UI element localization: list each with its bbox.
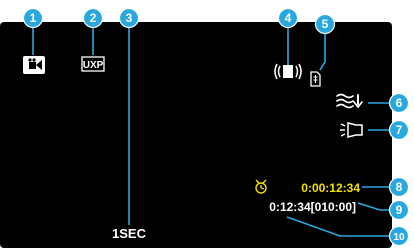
uxp-quality-badge: UXP — [81, 56, 105, 72]
callout-number: 9 — [396, 203, 403, 217]
callout-badge-3: 3 — [118, 7, 140, 29]
remaining-time: 0:12:34[010:00] — [269, 200, 356, 214]
callout-number: 5 — [322, 17, 329, 31]
callout-badge-8: 8 — [388, 176, 410, 198]
callout-badge-10: 10 — [388, 225, 410, 247]
callout-badge-9: 9 — [388, 199, 410, 221]
elapsed-time: 0:00:12:34 — [301, 181, 360, 195]
callout-badge-7: 7 — [388, 119, 410, 141]
callout-number: 8 — [396, 180, 403, 194]
callout-badge-5: 5 — [314, 13, 336, 35]
callout-number: 7 — [396, 123, 403, 137]
interval-label: 1SEC — [112, 226, 147, 241]
display-screen — [0, 22, 392, 248]
callout-number: 3 — [126, 11, 133, 25]
callout-badge-2: 2 — [82, 7, 104, 29]
camera-screen-diagram: UXP 1SEC 0:00:12:34 0:12:34[010:00] 1 2 … — [0, 7, 410, 248]
callout-number: 2 — [90, 11, 97, 25]
callout-badge-1: 1 — [22, 7, 44, 29]
callout-number: 4 — [285, 11, 292, 25]
callout-number: 1 — [30, 11, 37, 25]
callout-number: 10 — [393, 232, 405, 243]
callout-badge-4: 4 — [277, 7, 299, 29]
quality-label: UXP — [83, 60, 104, 71]
callout-badge-6: 6 — [388, 92, 410, 114]
video-camera-icon — [23, 56, 45, 74]
callout-number: 6 — [396, 96, 403, 110]
